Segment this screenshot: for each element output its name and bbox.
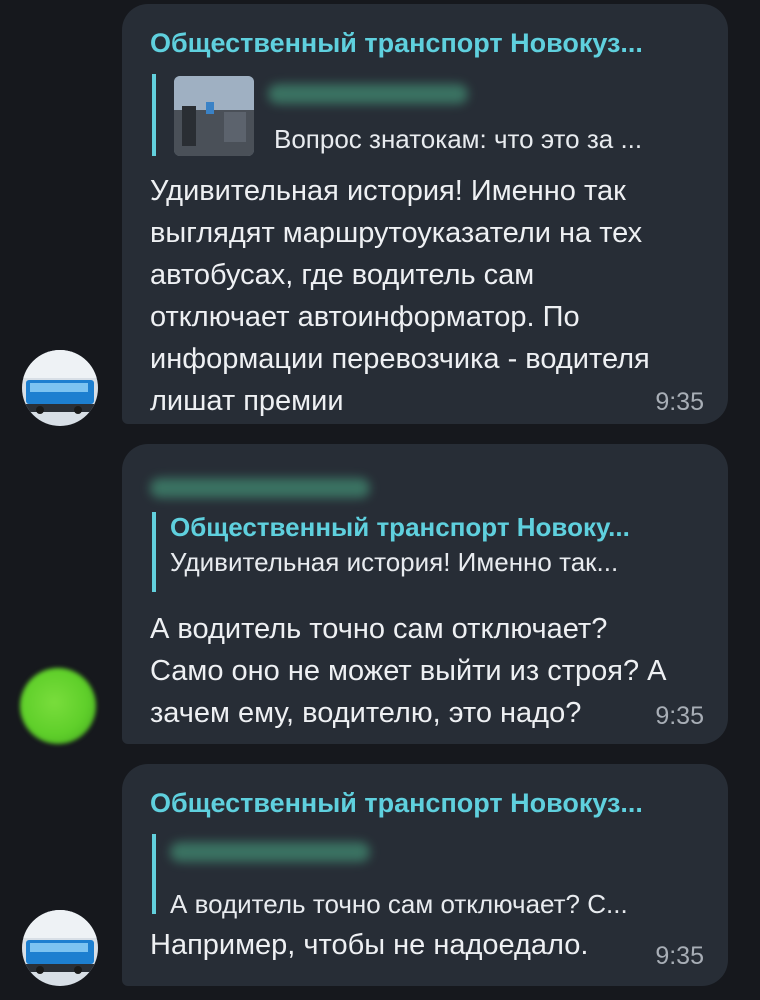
bus-photo-avatar[interactable] [22, 350, 98, 426]
reply-author-blurred [268, 84, 468, 109]
message-text: Например, чтобы не надоедало. [150, 929, 589, 961]
message-time: 9:35 [655, 942, 704, 970]
bus-photo-avatar[interactable] [22, 910, 98, 986]
message-text: Удивительная история! Именно так выглядя… [150, 175, 650, 417]
reply-author: Общественный транспорт Новоку... [170, 512, 630, 542]
sender-name[interactable]: Общественный транспорт Новокуз... [150, 788, 643, 819]
reply-text: А водитель точно сам отключает? С... [170, 889, 628, 919]
message-time: 9:35 [655, 702, 704, 730]
sender-name-blurred [150, 478, 370, 503]
message-bubble[interactable]: Общественный транспорт Новокуз... Вопрос… [122, 4, 728, 424]
reply-quote[interactable]: А водитель точно сам отключает? С... [152, 834, 628, 919]
reply-text: Удивительная история! Именно так... [170, 547, 619, 577]
green-avatar[interactable] [20, 668, 96, 744]
message-bubble[interactable]: Общественный транспорт Новоку... Удивите… [122, 444, 728, 744]
sender-name[interactable]: Общественный транспорт Новокуз... [150, 28, 643, 59]
message-bubble[interactable]: Общественный транспорт Новокуз... А води… [122, 764, 728, 986]
reply-photo-thumbnail [174, 76, 254, 156]
reply-quote[interactable]: Вопрос знатокам: что это за ... [152, 74, 700, 156]
reply-text: Вопрос знатокам: что это за ... [274, 124, 643, 154]
reply-quote[interactable]: Общественный транспорт Новоку... Удивите… [152, 512, 630, 592]
message-time: 9:35 [655, 388, 704, 416]
message-text: А водитель точно сам отключает? Само оно… [150, 613, 667, 729]
reply-author-blurred [170, 842, 628, 867]
